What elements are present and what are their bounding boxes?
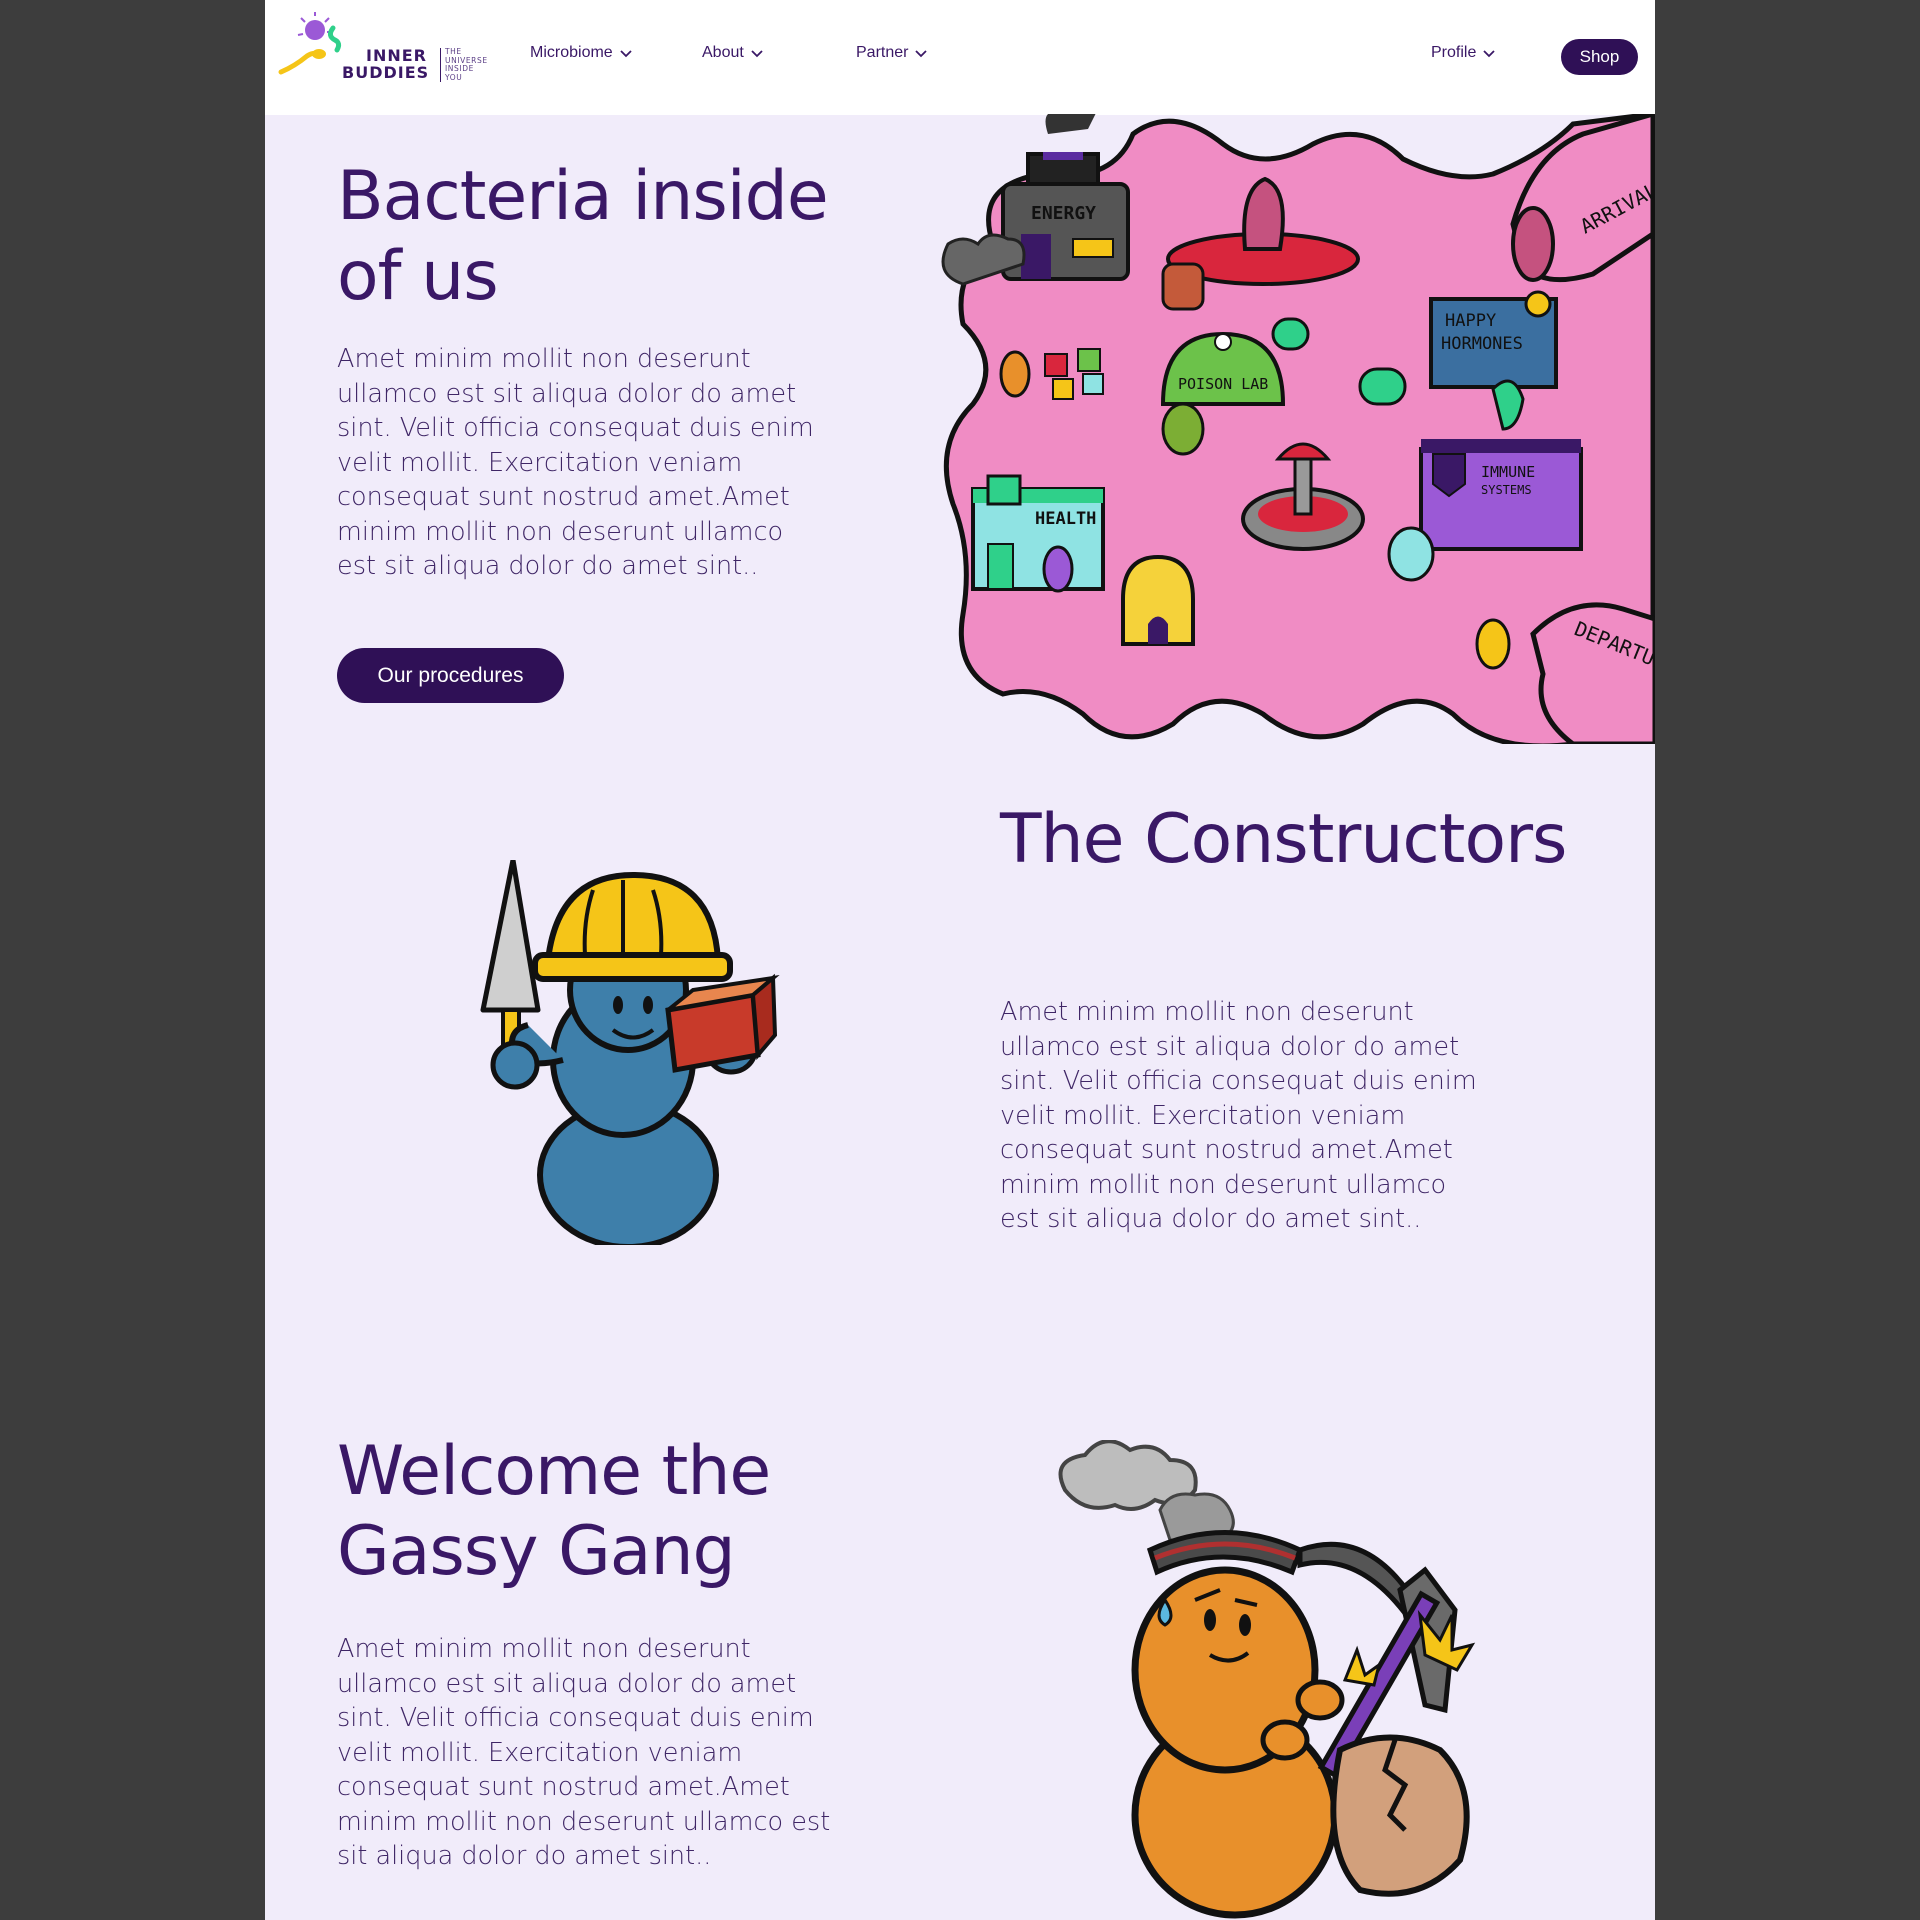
immune-label: IMMUNE xyxy=(1481,463,1535,481)
health-label: HEALTH xyxy=(1035,509,1096,529)
page: INNER BUDDIES THE UNIVERSE INSIDE YOU Mi… xyxy=(265,0,1655,1920)
chevron-down-icon xyxy=(751,50,763,58)
nav-about-label: About xyxy=(702,44,744,61)
nav-partner-label: Partner xyxy=(856,44,909,61)
constructor-character-illustration xyxy=(480,860,780,1245)
hormones-label: HORMONES xyxy=(1441,334,1523,354)
nav-profile[interactable]: Profile xyxy=(1431,44,1496,62)
gassy-gang-title: Welcome the Gassy Gang xyxy=(337,1432,771,1591)
top-navigation-bar: INNER BUDDIES THE UNIVERSE INSIDE YOU Mi… xyxy=(265,0,1655,115)
nav-profile-label: Profile xyxy=(1431,44,1477,61)
our-procedures-button[interactable]: Our procedures xyxy=(337,648,564,703)
nav-partner[interactable]: Partner xyxy=(856,44,928,62)
nav-microbiome-label: Microbiome xyxy=(530,44,613,61)
poison-lab-label: POISON LAB xyxy=(1178,375,1268,393)
brand-wordmark: INNER BUDDIES xyxy=(342,46,430,82)
brand-tagline: THE UNIVERSE INSIDE YOU xyxy=(445,47,488,82)
chevron-down-icon xyxy=(1483,50,1495,58)
hero-title: Bacteria inside of us xyxy=(337,157,829,316)
chevron-down-icon xyxy=(620,50,632,58)
constructors-title: The Constructors xyxy=(1000,800,1567,879)
microbe-logo-icon xyxy=(278,12,342,75)
happy-label: HAPPY xyxy=(1445,311,1496,331)
systems-label: SYSTEMS xyxy=(1481,483,1532,497)
nav-microbiome[interactable]: Microbiome xyxy=(530,44,633,62)
chevron-down-icon xyxy=(915,50,928,58)
energy-label: ENERGY xyxy=(1031,203,1096,224)
constructors-body: Amet minim mollit non deserunt ullamco e… xyxy=(1000,997,1477,1234)
nav-about[interactable]: About xyxy=(702,44,764,62)
gassy-gang-character-illustration xyxy=(1058,1440,1476,1919)
logo-divider xyxy=(440,48,441,82)
gut-city-map-illustration: ARRIVALS DEPARTURES ENERGY HAPPY HORMONE… xyxy=(941,114,1655,744)
brand-logo[interactable]: INNER BUDDIES THE UNIVERSE INSIDE YOU xyxy=(277,10,487,90)
gassy-gang-body: Amet minim mollit non deserunt ullamco e… xyxy=(337,1634,831,1871)
shop-button[interactable]: Shop xyxy=(1561,39,1638,75)
hero-body: Amet minim mollit non deserunt ullamco e… xyxy=(337,344,814,581)
